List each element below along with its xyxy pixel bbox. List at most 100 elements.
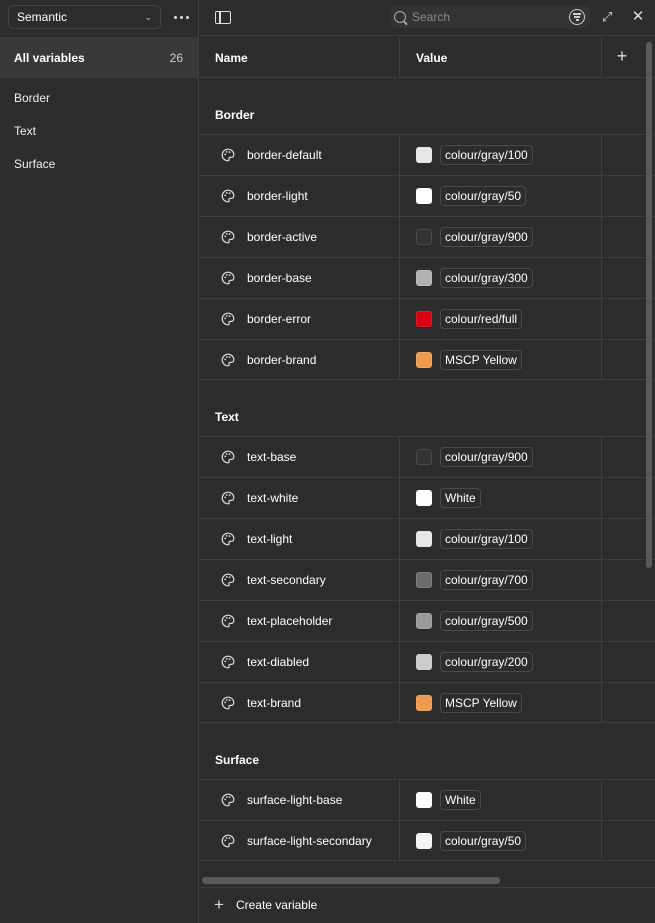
variable-alias-pill[interactable]: colour/gray/900 [440,447,533,467]
variable-name: text-placeholder [247,614,333,628]
variables-table: Border border-default colour/gray/100 borde… [200,78,655,873]
color-swatch[interactable] [416,270,432,286]
collection-dropdown[interactable]: Semantic ⌄ [8,5,161,29]
variable-alias-pill[interactable]: colour/gray/50 [440,831,527,851]
color-swatch[interactable] [416,654,432,670]
color-variable-icon [221,614,235,628]
variable-alias-pill[interactable]: colour/gray/50 [440,186,527,206]
table-row[interactable]: border-active colour/gray/900 [200,216,655,257]
color-variable-icon [221,573,235,587]
table-row[interactable]: surface-light-secondary colour/gray/50 [200,820,655,861]
collection-name: Semantic [17,10,68,24]
color-variable-icon [221,312,235,326]
table-row[interactable]: text-diabled colour/gray/200 [200,641,655,682]
expand-icon[interactable]: ⤢ [602,10,616,24]
color-swatch[interactable] [416,229,432,245]
close-icon[interactable]: ✕ [630,8,646,26]
dot-icon [185,15,189,19]
variable-name: border-active [247,230,318,244]
chevron-down-icon: ⌄ [144,11,152,22]
color-swatch[interactable] [416,449,432,465]
variable-name: surface-light-secondary [247,834,372,848]
variable-name: border-light [247,189,308,203]
variable-alias-pill[interactable]: colour/gray/300 [440,268,533,288]
variable-alias-pill[interactable]: White [440,790,481,810]
variable-name: border-default [247,148,322,162]
toolbar: ⤢ ✕ [200,0,655,36]
variable-alias-pill[interactable]: colour/red/full [440,309,523,329]
color-swatch[interactable] [416,531,432,547]
color-variable-icon [221,834,235,848]
table-row[interactable]: text-brand MSCP Yellow [200,682,655,723]
dot-icon [179,15,183,19]
table-row[interactable]: text-placeholder colour/gray/500 [200,600,655,641]
variable-count: 26 [169,50,183,65]
table-row[interactable]: border-brand MSCP Yellow [200,339,655,380]
color-variable-icon [221,696,235,710]
sidebar-item-label: All variables [14,50,85,65]
variable-name: border-error [247,312,312,326]
variable-alias-pill[interactable]: colour/gray/500 [440,611,533,631]
variables-panel: Semantic ⌄ All variables 26 Border Text … [0,0,655,923]
color-swatch[interactable] [416,572,432,588]
create-variable-label: Create variable [235,898,318,912]
more-options-button[interactable] [170,7,192,27]
variable-alias-pill[interactable]: colour/gray/900 [440,227,533,247]
search-input[interactable] [412,10,552,24]
sidebar-item-surface[interactable]: Surface [14,157,55,171]
table-row[interactable]: text-white White [200,477,655,518]
variable-alias-pill[interactable]: colour/gray/100 [440,145,533,165]
color-variable-icon [221,655,235,669]
vertical-scrollbar[interactable] [646,42,652,568]
variable-name: text-secondary [247,573,326,587]
group-title: Text [215,410,239,424]
table-row[interactable]: border-error colour/red/full [200,298,655,339]
table-row[interactable]: text-base colour/gray/900 [200,436,655,477]
table-row[interactable]: text-light colour/gray/100 [200,518,655,559]
variable-name: surface-light-base [247,793,343,807]
color-variable-icon [221,532,235,546]
group-title: Surface [215,753,260,767]
color-swatch[interactable] [416,613,432,629]
color-swatch[interactable] [416,792,432,808]
group-title: Border [215,108,255,122]
variable-name: text-base [247,450,297,464]
table-header: Name Value + [200,37,655,78]
sidebar-item-text[interactable]: Text [14,124,36,138]
color-variable-icon [221,148,235,162]
variable-name: text-diabled [247,655,310,669]
filter-icon[interactable] [569,9,585,25]
create-variable-button[interactable]: + Create variable [214,896,318,913]
variable-alias-pill[interactable]: MSCP Yellow [440,350,522,370]
horizontal-scrollbar[interactable] [202,877,500,884]
variable-name: border-base [247,271,312,285]
variable-alias-pill[interactable]: White [440,488,481,508]
table-row[interactable]: surface-light-base White [200,779,655,820]
table-row[interactable]: border-base colour/gray/300 [200,257,655,298]
color-variable-icon [221,450,235,464]
search-icon [394,11,406,23]
variable-alias-pill[interactable]: MSCP Yellow [440,693,522,713]
search-box [390,6,590,28]
color-swatch[interactable] [416,833,432,849]
color-swatch[interactable] [416,311,432,327]
color-variable-icon [221,189,235,203]
table-row[interactable]: border-default colour/gray/100 [200,134,655,175]
color-swatch[interactable] [416,188,432,204]
sidebar-item-border[interactable]: Border [14,91,50,105]
variable-alias-pill[interactable]: colour/gray/100 [440,529,533,549]
sidebar-item-all-variables[interactable]: All variables 26 [0,37,198,78]
variable-alias-pill[interactable]: colour/gray/200 [440,652,533,672]
color-variable-icon [221,271,235,285]
dot-icon [173,15,177,19]
add-mode-button[interactable]: + [612,46,632,66]
sidebar-toggle-icon[interactable] [215,11,231,24]
table-row[interactable]: text-secondary colour/gray/700 [200,559,655,600]
color-swatch[interactable] [416,490,432,506]
color-swatch[interactable] [416,352,432,368]
table-row[interactable]: border-light colour/gray/50 [200,175,655,216]
color-swatch[interactable] [416,147,432,163]
color-swatch[interactable] [416,695,432,711]
column-header-name: Name [215,51,248,65]
variable-alias-pill[interactable]: colour/gray/700 [440,570,533,590]
